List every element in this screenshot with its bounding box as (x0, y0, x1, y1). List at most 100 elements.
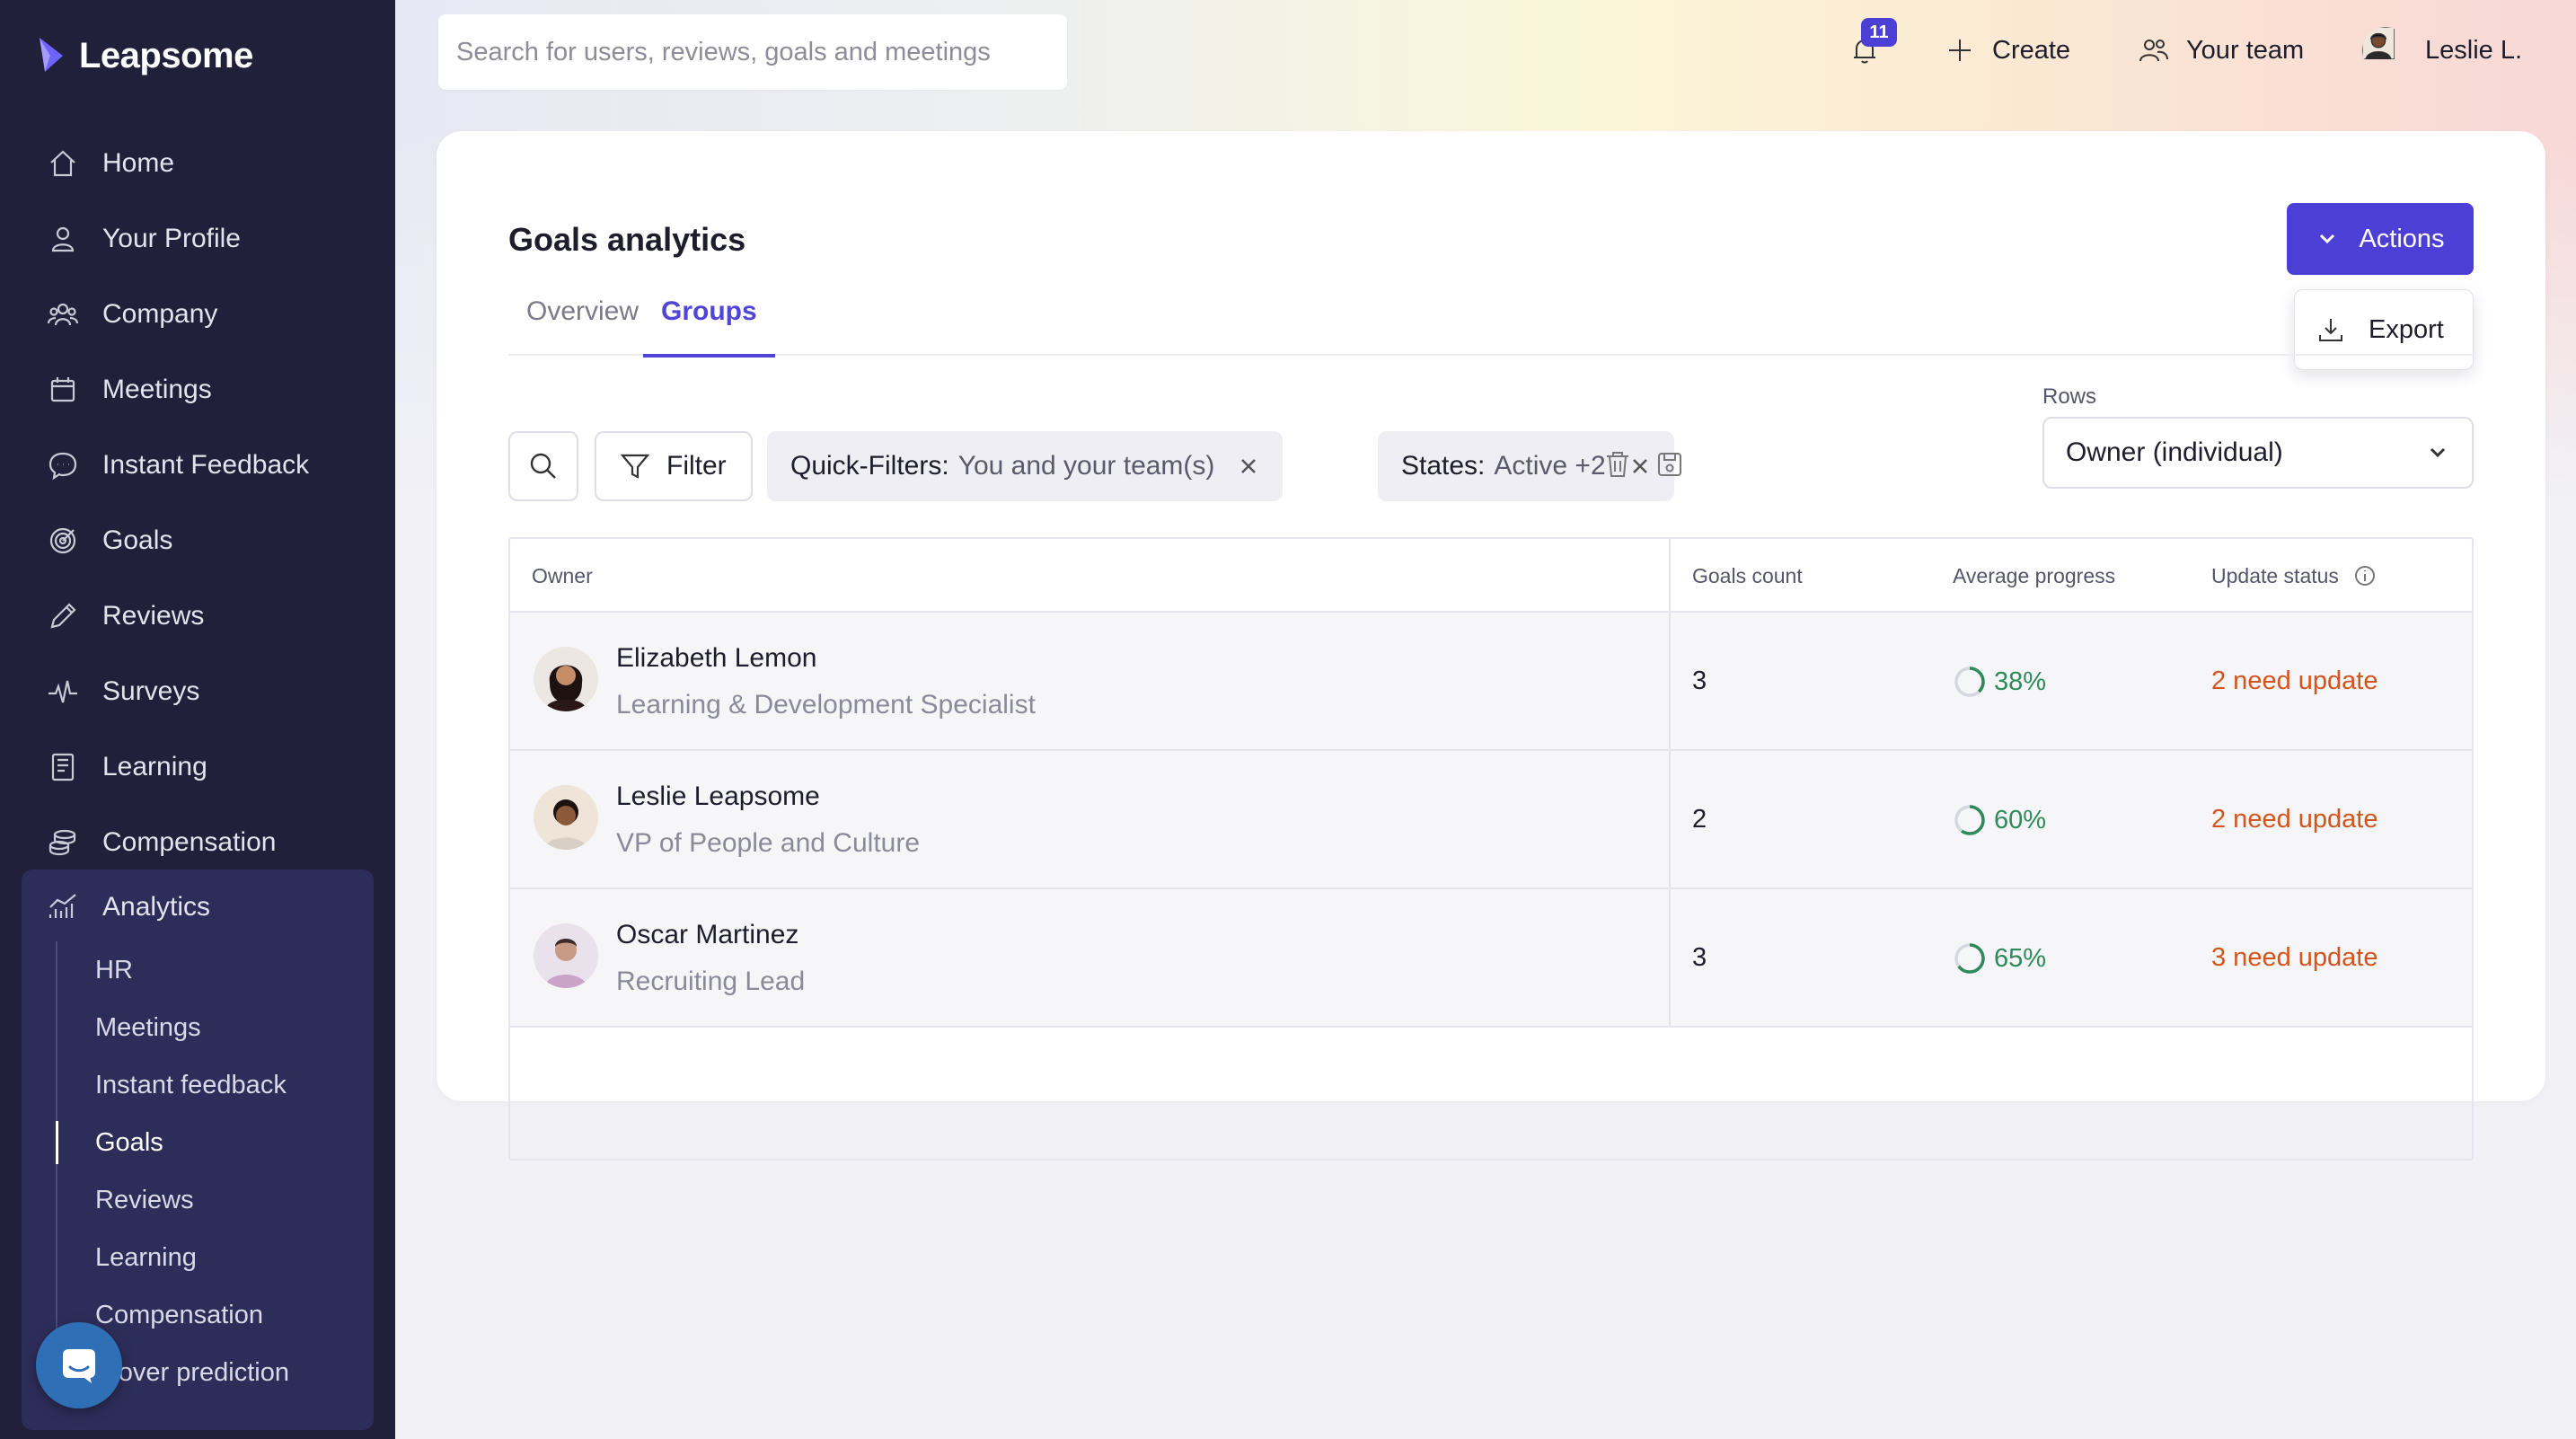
subnav-item-instant-feedback[interactable]: Instant feedback (57, 1056, 361, 1114)
goals-count: 2 (1692, 805, 1707, 834)
create-label: Create (1992, 35, 2071, 65)
actions-button[interactable]: Actions (2287, 203, 2474, 275)
table-search-button[interactable] (508, 431, 578, 501)
sidebar-item-reviews[interactable]: Reviews (0, 578, 395, 654)
chat-bubble-icon (63, 1349, 95, 1383)
pencil-icon (45, 598, 81, 634)
column-header-owner[interactable]: Owner (532, 539, 593, 613)
update-status[interactable]: 3 need update (2211, 943, 2378, 973)
calendar-icon (45, 372, 81, 408)
sidebar-item-analytics[interactable]: Analytics (22, 870, 374, 945)
chip-key: Quick-Filters: (790, 451, 949, 481)
sidebar-item-label: Meetings (102, 375, 212, 404)
column-header-average-progress[interactable]: Average progress (1953, 539, 2115, 613)
table-row[interactable]: Elizabeth Lemon Learning & Development S… (510, 613, 2472, 751)
tab-overview[interactable]: Overview (526, 293, 639, 356)
table-header: Owner Goals count Average progress Updat… (510, 539, 2472, 613)
info-icon[interactable] (2353, 564, 2377, 587)
bar-chart-icon (45, 889, 81, 925)
goals-analytics-card: Goals analytics Actions Export Overview … (437, 131, 2545, 1161)
column-header-update-status[interactable]: Update status (2211, 539, 2377, 613)
sidebar-item-label: Your Profile (102, 224, 241, 253)
save-filters-button[interactable] (1654, 449, 1690, 485)
actions-label: Actions (2359, 224, 2445, 253)
progress-ring-icon (1954, 667, 1985, 697)
progress-label: 60% (1994, 805, 2047, 834)
user-name-label: Leslie L. (2425, 35, 2523, 65)
tabs: Overview Groups (508, 293, 2474, 358)
your-team-label: Your team (2186, 35, 2305, 65)
sidebar-item-surveys[interactable]: Surveys (0, 654, 395, 729)
owner-name[interactable]: Elizabeth Lemon (616, 643, 816, 674)
sidebar-item-label: Reviews (102, 601, 205, 631)
target-icon (45, 523, 81, 559)
user-menu[interactable]: Leslie L. (2362, 22, 2522, 79)
notification-count-badge: 11 (1861, 18, 1897, 47)
subnav-item-goals[interactable]: Goals (56, 1114, 361, 1171)
close-icon[interactable] (1238, 455, 1259, 477)
home-icon (45, 146, 81, 181)
chip-key: States: (1401, 451, 1486, 481)
global-search-input[interactable] (438, 14, 1067, 90)
chevron-down-icon (2430, 447, 2446, 458)
chip-value: Active +2 (1494, 451, 1606, 481)
owner-name[interactable]: Oscar Martinez (616, 920, 798, 950)
sidebar-item-label: Home (102, 148, 175, 178)
progress-label: 65% (1994, 943, 2047, 973)
leapsome-logo[interactable]: Leapsome (36, 32, 253, 79)
rows-select[interactable]: Owner (individual) (2042, 417, 2474, 489)
filter-button[interactable]: Filter (595, 431, 753, 501)
chat-icon (45, 447, 81, 483)
table-row[interactable]: Oscar Martinez Recruiting Lead 3 65% 3 n… (510, 889, 2472, 1028)
goals-table: Owner Goals count Average progress Updat… (508, 537, 2474, 1161)
page-title: Goals analytics (508, 221, 746, 258)
delete-filters-button[interactable] (1602, 449, 1638, 485)
sidebar-item-your-profile[interactable]: Your Profile (0, 201, 395, 277)
sidebar-item-label: Company (102, 299, 218, 329)
sidebar-item-label: Compensation (102, 827, 277, 857)
table-row[interactable]: Leslie Leapsome VP of People and Culture… (510, 751, 2472, 889)
avatar (534, 647, 598, 711)
sidebar-item-home[interactable]: Home (0, 126, 395, 201)
goals-count: 3 (1692, 943, 1707, 972)
subnav-item-reviews[interactable]: Reviews (57, 1171, 361, 1229)
sidebar-item-goals[interactable]: Goals (0, 503, 395, 578)
support-chat-button[interactable] (36, 1322, 122, 1408)
subnav-item-meetings[interactable]: Meetings (57, 999, 361, 1056)
avatar (2362, 27, 2409, 74)
plus-icon (1949, 40, 1971, 61)
chip-value: You and your team(s) (957, 451, 1215, 481)
sidebar-item-company[interactable]: Company (0, 277, 395, 352)
average-progress: 65% (1953, 941, 2046, 976)
sidebar-item-meetings[interactable]: Meetings (0, 352, 395, 428)
column-divider (1669, 539, 1671, 611)
people-icon (45, 296, 81, 332)
quick-filters-chip[interactable]: Quick-Filters: You and your team(s) (767, 431, 1284, 501)
subnav-item-learning[interactable]: Learning (57, 1229, 361, 1286)
average-progress: 60% (1953, 803, 2046, 837)
team-icon (2139, 40, 2168, 62)
sidebar-item-label: Analytics (102, 892, 211, 922)
save-icon (1658, 453, 1681, 476)
tab-groups[interactable]: Groups (643, 293, 775, 358)
your-team-button[interactable]: Your team (2138, 22, 2304, 79)
filter-label: Filter (666, 451, 727, 481)
trash-icon (1607, 452, 1628, 477)
column-divider (1669, 889, 1671, 1026)
update-status[interactable]: 2 need update (2211, 667, 2378, 696)
owner-name[interactable]: Leslie Leapsome (616, 781, 820, 812)
create-button[interactable]: Create (1944, 22, 2070, 79)
pulse-icon (45, 674, 81, 710)
average-progress: 38% (1953, 665, 2046, 699)
sidebar-item-learning[interactable]: Learning (0, 729, 395, 805)
sidebar-item-instant-feedback[interactable]: Instant Feedback (0, 428, 395, 503)
sidebar-nav: Home Your Profile Company Meetings Insta… (0, 126, 395, 880)
owner-title: Learning & Development Specialist (616, 690, 1036, 720)
column-header-goals-count[interactable]: Goals count (1692, 539, 1803, 613)
subnav-item-hr[interactable]: HR (57, 941, 361, 999)
chevron-down-icon (2320, 234, 2335, 244)
goals-count: 3 (1692, 667, 1707, 695)
sidebar-item-label: Learning (102, 752, 207, 781)
owner-title: VP of People and Culture (616, 828, 921, 858)
update-status[interactable]: 2 need update (2211, 805, 2378, 834)
